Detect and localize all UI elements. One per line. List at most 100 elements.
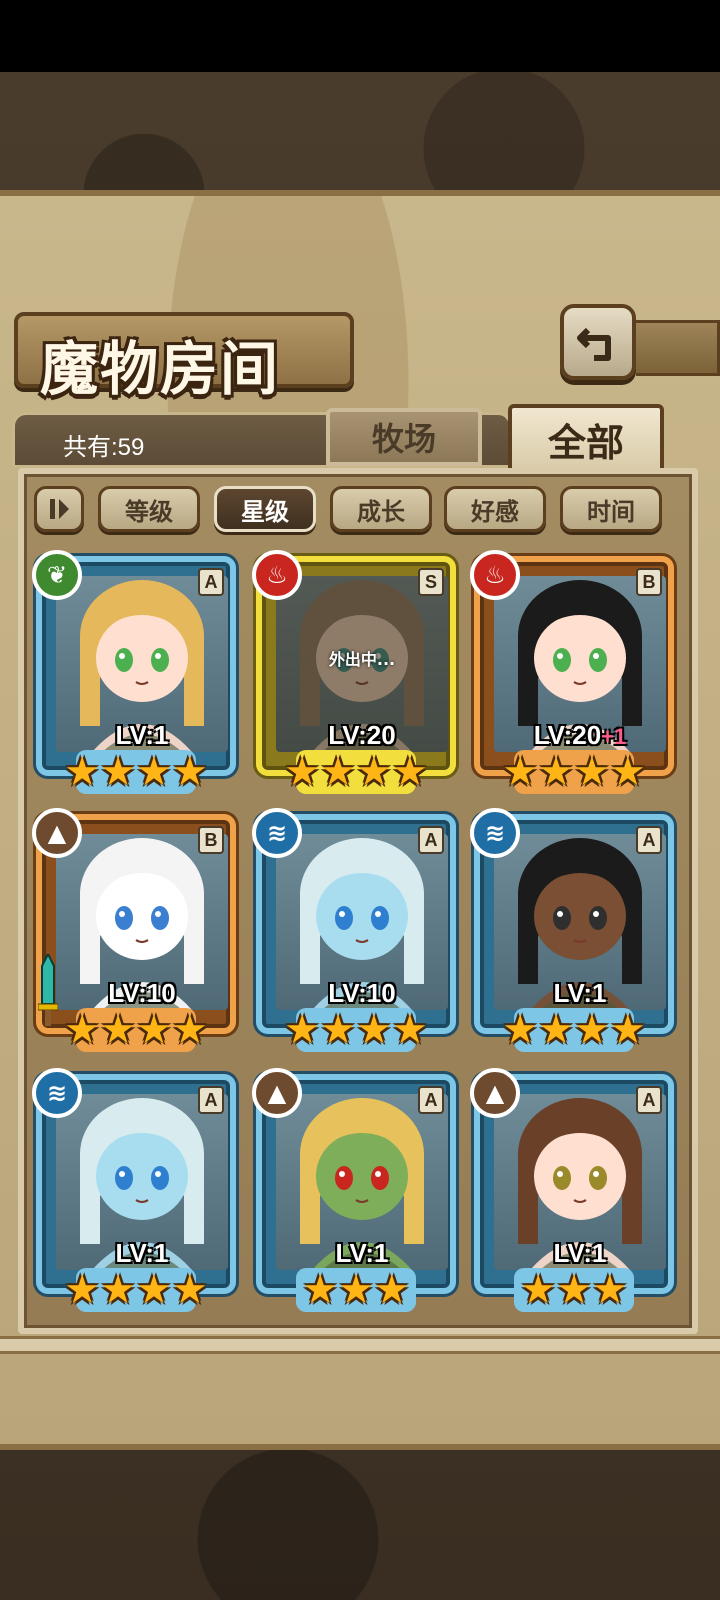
star-icon: ★ [356,1007,392,1053]
earth-element-icon: ▲ [470,1068,520,1118]
monster-level: LV:1 [56,1238,228,1269]
rank-badge: B [198,826,224,854]
monster-level: LV:1 [56,720,228,751]
water-element-icon: ≋ [252,808,302,858]
sort-time-button[interactable]: 时间 [560,486,662,532]
star-rating: ★ ★ ★ [474,1270,674,1310]
level-text: LV:20 [533,720,602,750]
star-icon: ★ [171,749,208,795]
level-text: LV:1 [115,720,169,750]
monster-card[interactable]: LV:10 B ▲ ★ ★ ★ ★ [32,808,236,1054]
star-rating: ★ ★ ★ ★ [36,1010,236,1050]
level-text: LV:1 [553,1238,607,1268]
monster-level: LV:10 [276,978,448,1009]
monster-portrait: LV:20+1 [494,576,666,752]
star-icon: ★ [356,749,392,795]
page-title: 魔物房间 [40,335,281,403]
back-arrow-icon [577,327,611,361]
star-rating: ★ ★ ★ ★ [256,1010,456,1050]
monster-level: LV:1 [276,1238,448,1269]
monster-level: LV:1 [494,978,666,1009]
level-text: LV:1 [335,1238,389,1268]
monster-card[interactable]: LV:1 A ▲ ★ ★ ★ [252,1068,456,1314]
water-element-icon: ≋ [32,1068,82,1118]
star-icon: ★ [338,1267,374,1313]
star-rating: ★ ★ ★ ★ [36,1270,236,1310]
back-rail [636,320,720,376]
rank-badge: A [636,826,662,854]
star-icon: ★ [574,749,610,795]
star-icon: ★ [64,1007,101,1053]
rank-badge: A [198,1086,224,1114]
star-icon: ★ [609,1007,646,1053]
status-bar [0,0,720,72]
monster-portrait: 外出中... LV:20 [276,576,448,752]
monster-card[interactable]: LV:1 A ≋ ★ ★ ★ ★ [32,1068,236,1314]
star-icon: ★ [591,1267,628,1313]
monster-card[interactable]: LV:1 A ≋ ★ ★ ★ ★ [470,808,674,1054]
star-icon: ★ [538,749,574,795]
rank-badge: B [636,568,662,596]
star-rating: ★ ★ ★ ★ [36,752,236,792]
monster-portrait: LV:10 [56,834,228,1010]
level-text: LV:20 [328,720,396,750]
monster-level: LV:1 [494,1238,666,1269]
grass-element-icon: ❦ [32,550,82,600]
earth-element-icon: ▲ [32,808,82,858]
star-icon: ★ [556,1267,592,1313]
monster-card[interactable]: LV:1 A ❦ ★ ★ ★ ★ [32,550,236,796]
star-icon: ★ [320,749,356,795]
monster-portrait: LV:1 [56,576,228,752]
sort-star-button[interactable]: 星级 [214,486,316,532]
star-icon: ★ [538,1007,574,1053]
monster-level: LV:10 [56,978,228,1009]
star-icon: ★ [302,1267,339,1313]
star-icon: ★ [284,1007,321,1053]
monster-portrait: LV:10 [276,834,448,1010]
away-status: 外出中... [328,650,396,669]
sort-affection-button[interactable]: 好感 [444,486,546,532]
monster-portrait: LV:1 [494,834,666,1010]
water-element-icon: ≋ [470,808,520,858]
rank-badge: A [636,1086,662,1114]
star-rating: ★ ★ ★ [256,1270,456,1310]
star-icon: ★ [100,1007,136,1053]
level-text: LV:10 [108,978,176,1008]
tab-ranch[interactable]: 牧场 [326,408,482,466]
star-icon: ★ [502,1007,539,1053]
back-button[interactable] [560,304,636,380]
star-icon: ★ [136,1267,172,1313]
monster-portrait: LV:1 [56,1094,228,1270]
monster-card[interactable]: LV:20+1 B ♨ ★ ★ ★ ★ [470,550,674,796]
star-icon: ★ [574,1007,610,1053]
star-icon: ★ [284,749,321,795]
star-rating: ★ ★ ★ ★ [474,1010,674,1050]
earth-element-icon: ▲ [252,1068,302,1118]
tab-all[interactable]: 全部 [508,404,664,474]
star-icon: ★ [136,1007,172,1053]
monster-count: 共有:59 [63,434,145,461]
fire-element-icon: ♨ [252,550,302,600]
star-icon: ★ [502,749,539,795]
fire-element-icon: ♨ [470,550,520,600]
monster-card[interactable]: 外出中... LV:20 S ♨ ★ ★ ★ ★ [252,550,456,796]
star-icon: ★ [391,749,428,795]
star-icon: ★ [391,1007,428,1053]
star-icon: ★ [100,749,136,795]
star-icon: ★ [171,1267,208,1313]
monster-card[interactable]: LV:1 A ▲ ★ ★ ★ [470,1068,674,1314]
star-icon: ★ [64,749,101,795]
monster-card[interactable]: LV:10 A ≋ ★ ★ ★ ★ [252,808,456,1054]
level-bonus: +1 [601,724,627,749]
star-icon: ★ [609,749,646,795]
rank-badge: A [418,826,444,854]
panel-bottom-strip [0,1336,720,1354]
title-plate: 魔物房间 [14,312,354,403]
star-rating: ★ ★ ★ ★ [474,752,674,792]
sort-direction-button[interactable] [34,486,84,532]
monster-level: LV:20 [276,720,448,751]
sort-direction-icon [50,499,69,519]
sort-level-button[interactable]: 等级 [98,486,200,532]
sort-growth-button[interactable]: 成长 [330,486,432,532]
star-rating: ★ ★ ★ ★ [256,752,456,792]
